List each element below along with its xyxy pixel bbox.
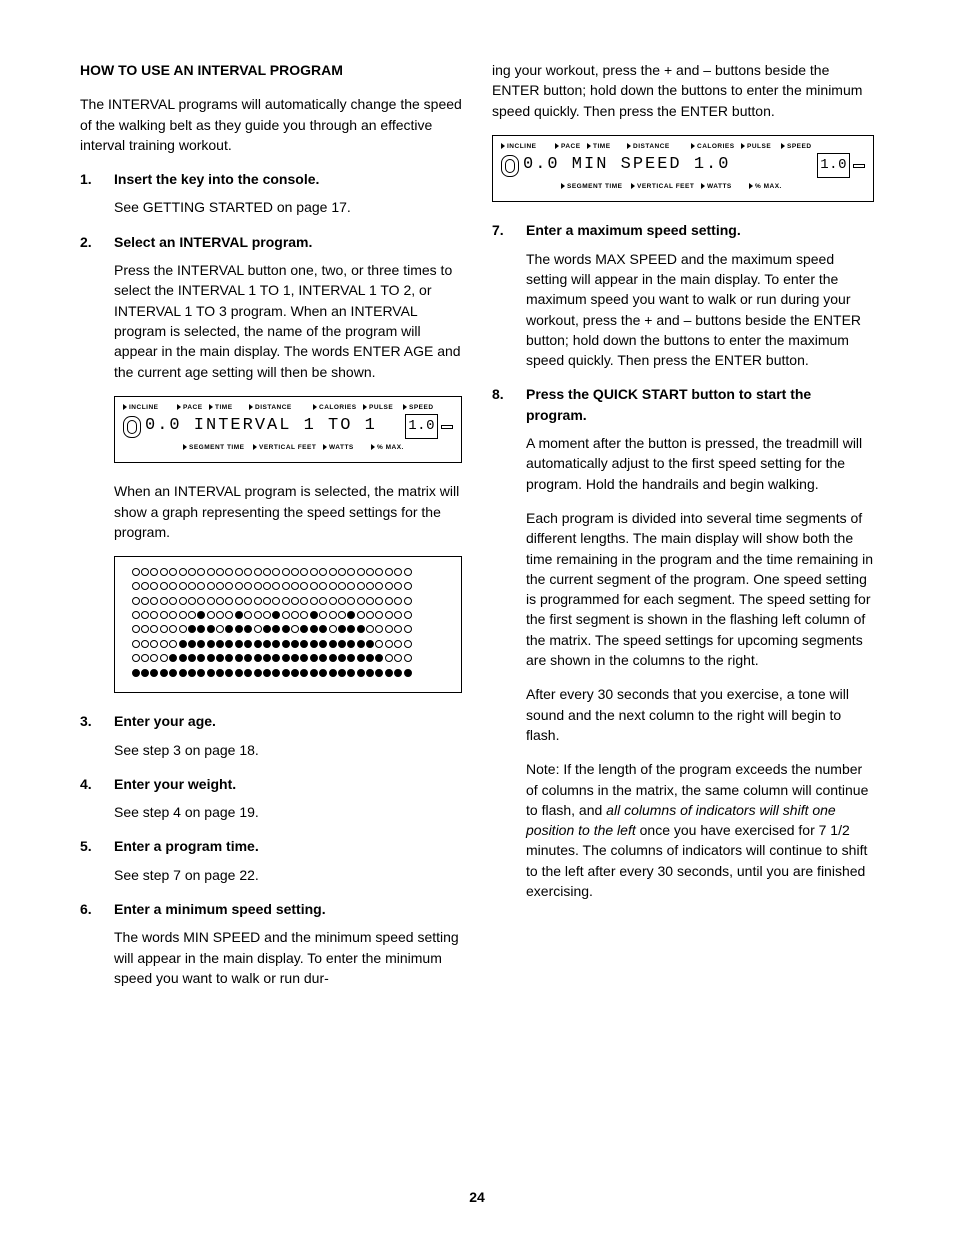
label-incline-2: INCLINE <box>507 143 537 150</box>
step-7-num: 7. <box>492 220 526 240</box>
step-5: 5. Enter a program time. <box>80 836 462 856</box>
step-4-head: Enter your weight. <box>114 774 236 794</box>
step-5-num: 5. <box>80 836 114 856</box>
step-3-num: 3. <box>80 711 114 731</box>
left-column: HOW TO USE AN INTERVAL PROGRAM The INTER… <box>80 60 462 1002</box>
label-calories: CALORIES <box>319 404 357 411</box>
lcd-main-text: 0.0 INTERVAL 1 TO 1 <box>145 414 402 439</box>
step-8-body: A moment after the button is pressed, th… <box>526 433 874 901</box>
step-6: 6. Enter a minimum speed setting. <box>80 899 462 919</box>
label-pace-2: PACE <box>561 143 581 150</box>
step-1-num: 1. <box>80 169 114 189</box>
step-1-head: Insert the key into the console. <box>114 169 319 189</box>
step-4-body-text: See step 4 on page 19. <box>114 802 462 822</box>
lcd-main-text-2: 0.0 MIN SPEED 1.0 <box>523 153 814 178</box>
label-time: TIME <box>215 404 233 411</box>
step-7-body-text: The words MAX SPEED and the maximum spee… <box>526 249 874 371</box>
step-6-continuation: ing your workout, press the + and – butt… <box>492 60 874 121</box>
step-6-num: 6. <box>80 899 114 919</box>
step-2-num: 2. <box>80 232 114 252</box>
step-2-body-text1: Press the INTERVAL button one, two, or t… <box>114 260 462 382</box>
page-title: HOW TO USE AN INTERVAL PROGRAM <box>80 60 462 80</box>
step-8-body-text2: Each program is divided into several tim… <box>526 508 874 670</box>
label-watts-2: WATTS <box>707 183 732 190</box>
step-8-body-text1: A moment after the button is pressed, th… <box>526 433 874 494</box>
label-pulse: PULSE <box>369 404 393 411</box>
step-8-num: 8. <box>492 384 526 425</box>
label-pct-max-2: % MAX. <box>755 183 782 190</box>
step-3-body-text: See step 3 on page 18. <box>114 740 462 760</box>
step-7: 7. Enter a maximum speed setting. <box>492 220 874 240</box>
label-segment-time-2: SEGMENT TIME <box>567 183 622 190</box>
label-pace: PACE <box>183 404 203 411</box>
label-time-2: TIME <box>593 143 611 150</box>
step-5-body-text: See step 7 on page 22. <box>114 865 462 885</box>
step-7-head: Enter a maximum speed setting. <box>526 220 741 240</box>
speed-matrix-display <box>114 556 462 693</box>
step-3-head: Enter your age. <box>114 711 216 731</box>
console-display-minspeed: INCLINE PACE TIME DISTANCE CALORIES PULS… <box>492 135 874 202</box>
label-vertical-feet: VERTICAL FEET <box>259 444 316 451</box>
label-distance: DISTANCE <box>255 404 292 411</box>
step-6-head: Enter a minimum speed setting. <box>114 899 326 919</box>
track-icon <box>123 416 141 438</box>
lcd-aux-box <box>441 425 453 429</box>
step-3: 3. Enter your age. <box>80 711 462 731</box>
label-incline: INCLINE <box>129 404 159 411</box>
label-pct-max: % MAX. <box>377 444 404 451</box>
console-display-interval: INCLINE PACE TIME DISTANCE CALORIES PULS… <box>114 396 462 463</box>
step-1-body-text: See GETTING STARTED on page 17. <box>114 197 462 217</box>
step-8-head: Press the QUICK START button to start th… <box>526 384 874 425</box>
lcd-speed-box-2: 1.0 <box>817 153 850 177</box>
step-8-body-text3: After every 30 seconds that you exercise… <box>526 684 874 745</box>
step-4: 4. Enter your weight. <box>80 774 462 794</box>
track-icon-2 <box>501 155 519 177</box>
step-4-num: 4. <box>80 774 114 794</box>
label-vertical-feet-2: VERTICAL FEET <box>637 183 694 190</box>
step-2-body-text2: When an INTERVAL program is selected, th… <box>114 481 462 542</box>
lcd-aux-box-2 <box>853 164 865 168</box>
label-watts: WATTS <box>329 444 354 451</box>
label-distance-2: DISTANCE <box>633 143 670 150</box>
step-8-body-text4: Note: If the length of the program excee… <box>526 759 874 901</box>
step-1-body: See GETTING STARTED on page 17. <box>114 197 462 217</box>
label-calories-2: CALORIES <box>697 143 735 150</box>
page-number: 24 <box>0 1187 954 1207</box>
label-segment-time: SEGMENT TIME <box>189 444 244 451</box>
step-2-head: Select an INTERVAL program. <box>114 232 312 252</box>
step-5-head: Enter a program time. <box>114 836 259 856</box>
lcd-speed-box: 1.0 <box>405 414 438 438</box>
step-6-body-text: The words MIN SPEED and the minimum spee… <box>114 927 462 988</box>
label-pulse-2: PULSE <box>747 143 771 150</box>
step-2: 2. Select an INTERVAL program. <box>80 232 462 252</box>
step-1: 1. Insert the key into the console. <box>80 169 462 189</box>
label-speed: SPEED <box>409 404 434 411</box>
step-2-body: Press the INTERVAL button one, two, or t… <box>114 260 462 693</box>
right-column: ing your workout, press the + and – butt… <box>492 60 874 1002</box>
intro-text: The INTERVAL programs will automatically… <box>80 94 462 155</box>
step-8: 8. Press the QUICK START button to start… <box>492 384 874 425</box>
label-speed-2: SPEED <box>787 143 812 150</box>
